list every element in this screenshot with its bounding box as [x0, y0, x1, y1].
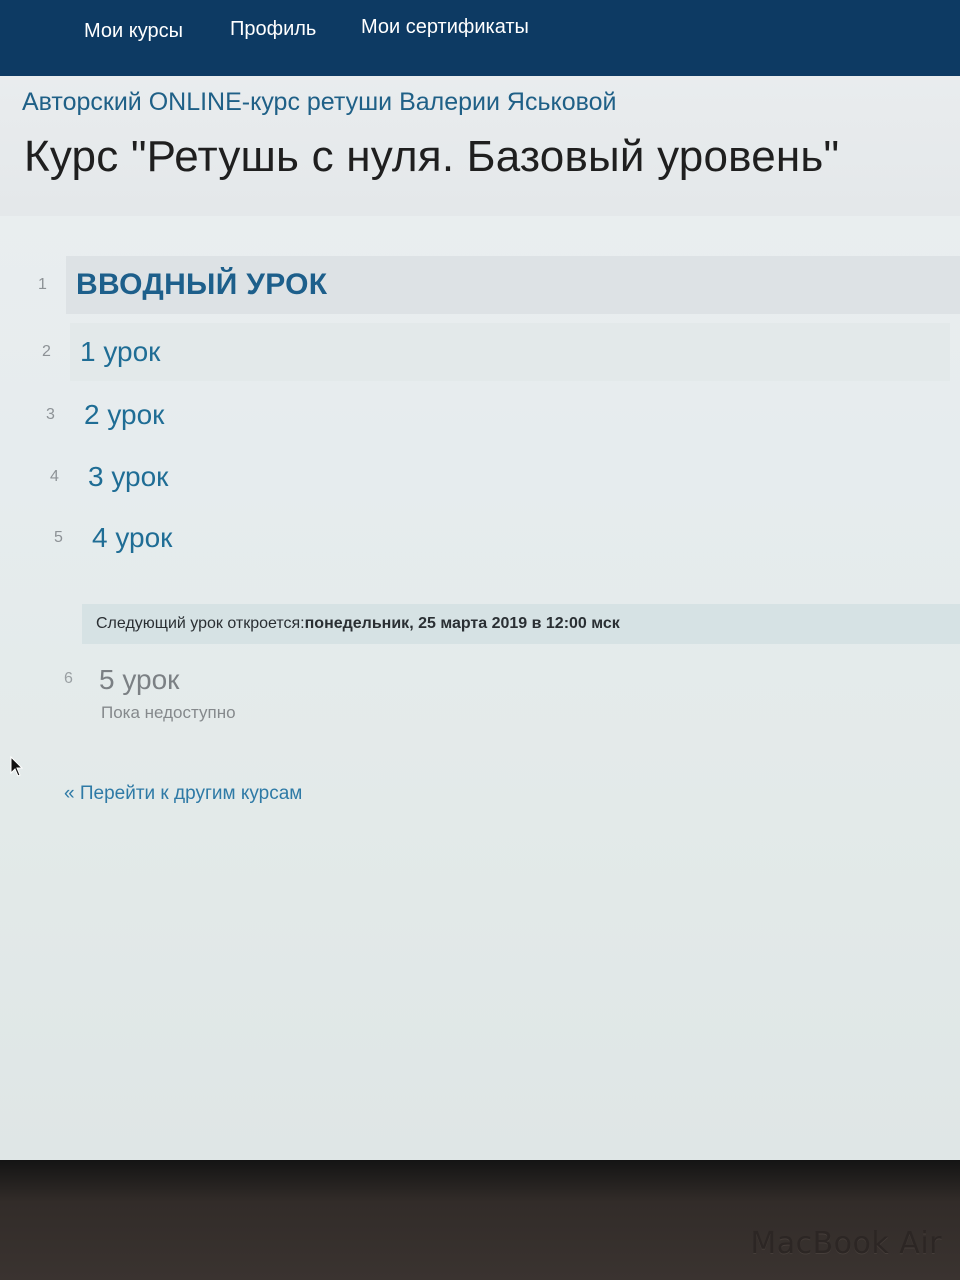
lesson-link-2[interactable]: 2 урок: [74, 386, 164, 444]
lesson-item: 5 4 урок: [54, 509, 172, 567]
device-brand-label: MacBook Air: [750, 1226, 942, 1261]
back-to-courses-link[interactable]: « Перейти к другим курсам: [64, 783, 302, 805]
lesson-link-3[interactable]: 3 урок: [78, 448, 168, 506]
lesson-link-1[interactable]: 1 урок: [70, 323, 950, 381]
lesson-number: 1: [38, 276, 47, 293]
notice-date: понедельник, 25 марта 2019 в 12:00 мск: [304, 615, 620, 632]
top-navbar: Мои курсы Профиль Мои сертификаты: [0, 0, 960, 76]
lesson-link-intro[interactable]: ВВОДНЫЙ УРОК: [66, 256, 960, 314]
locked-lesson-title: 5 урок: [99, 664, 180, 695]
page-title: Курс "Ретушь с нуля. Базовый уровень": [24, 132, 840, 181]
lesson-item: 1 ВВОДНЫЙ УРОК: [38, 256, 960, 314]
lesson-number: 2: [42, 343, 51, 360]
next-lesson-notice: Следующий урок откроется: понедельник, 2…: [82, 604, 960, 644]
lesson-number: 3: [46, 406, 55, 423]
lesson-link-4[interactable]: 4 урок: [82, 509, 172, 567]
nav-my-courses[interactable]: Мои курсы: [84, 20, 183, 43]
lesson-item: 4 3 урок: [50, 448, 168, 506]
lesson-item: 2 1 урок: [42, 323, 950, 381]
lesson-item: 3 2 урок: [46, 386, 164, 444]
lesson-number: 4: [50, 468, 59, 485]
nav-profile[interactable]: Профиль: [230, 18, 316, 41]
locked-lesson-number: 6: [64, 670, 73, 687]
laptop-bezel: [0, 1160, 960, 1280]
locked-lesson-status: Пока недоступно: [101, 703, 236, 722]
notice-prefix: Следующий урок откроется:: [96, 615, 305, 632]
browser-viewport: Мои курсы Профиль Мои сертификаты Авторс…: [0, 0, 960, 1160]
lesson-number: 5: [54, 529, 63, 546]
school-link[interactable]: Авторский ONLINE-курс ретуши Валерии Ясь…: [22, 88, 616, 117]
mouse-cursor-icon: [10, 756, 24, 777]
nav-my-certificates[interactable]: Мои сертификаты: [361, 16, 529, 39]
